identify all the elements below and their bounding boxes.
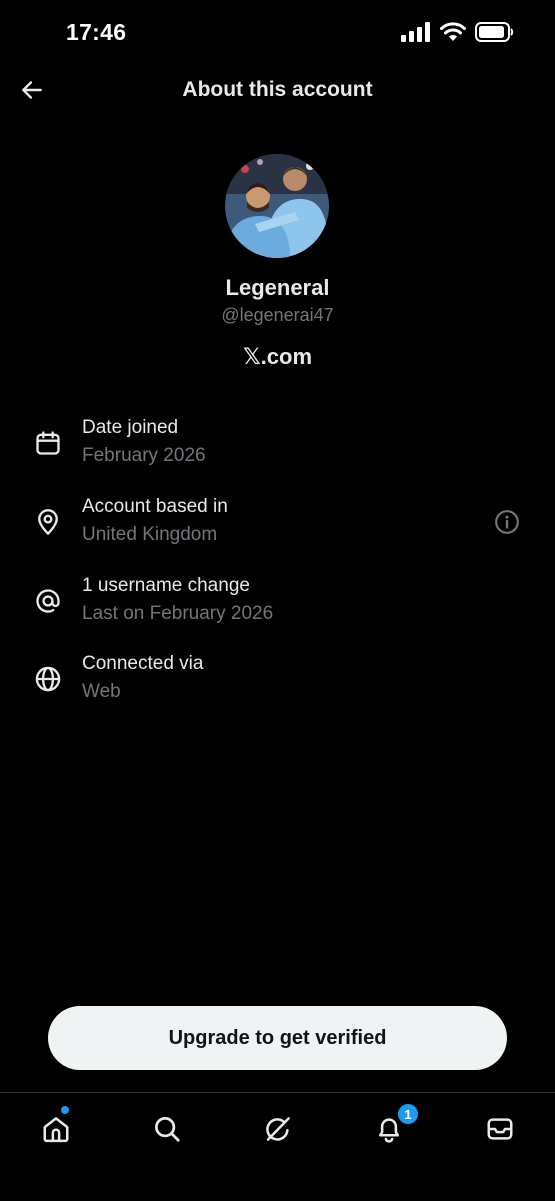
home-unread-dot — [60, 1105, 70, 1115]
row-label: Account based in — [82, 496, 228, 517]
notification-badge: 1 — [397, 1103, 419, 1125]
nav-home[interactable] — [34, 1107, 78, 1151]
nav-messages[interactable] — [478, 1107, 522, 1151]
bottom-nav: 1 — [0, 1092, 555, 1201]
status-time: 17:46 — [66, 19, 127, 45]
upgrade-verified-button[interactable]: Upgrade to get verified — [48, 1006, 507, 1070]
info-icon[interactable] — [494, 509, 520, 535]
avatar-image — [225, 154, 329, 258]
source-domain: 𝕏.com — [242, 344, 313, 369]
row-value: United Kingdom — [82, 524, 218, 545]
status-bar: 17:46 — [0, 0, 555, 66]
cellular-signal-icon — [401, 22, 430, 42]
wifi-icon — [440, 22, 466, 41]
nav-grok[interactable] — [256, 1107, 300, 1151]
home-icon — [43, 1117, 69, 1143]
display-name: Legeneral — [225, 275, 330, 300]
info-row-username-changes: 1 username change Last on February 2026 — [0, 575, 555, 639]
search-icon — [155, 1117, 180, 1142]
location-pin-icon — [38, 509, 58, 535]
grok-icon — [266, 1117, 290, 1141]
status-icons — [401, 22, 515, 42]
at-sign-icon — [36, 589, 60, 613]
row-value: February 2026 — [82, 445, 206, 466]
row-value: Web — [82, 681, 121, 702]
page-title: About this account — [182, 78, 373, 101]
user-handle: @legenerai47 — [221, 305, 334, 325]
battery-icon — [475, 22, 514, 42]
row-label: 1 username change — [82, 575, 250, 596]
calendar-icon — [36, 431, 60, 455]
messages-icon — [487, 1118, 513, 1140]
row-label: Connected via — [82, 653, 204, 674]
row-label: Date joined — [82, 417, 179, 438]
row-value: Last on February 2026 — [82, 603, 274, 624]
info-row-account-based-in: Account based in United Kingdom — [0, 496, 555, 560]
header: About this account — [0, 66, 555, 116]
info-row-date-joined: Date joined February 2026 — [0, 417, 555, 481]
globe-icon — [35, 666, 61, 692]
info-row-connected-via: Connected via Web — [0, 653, 555, 717]
avatar[interactable] — [225, 154, 329, 258]
nav-search[interactable] — [145, 1107, 189, 1151]
